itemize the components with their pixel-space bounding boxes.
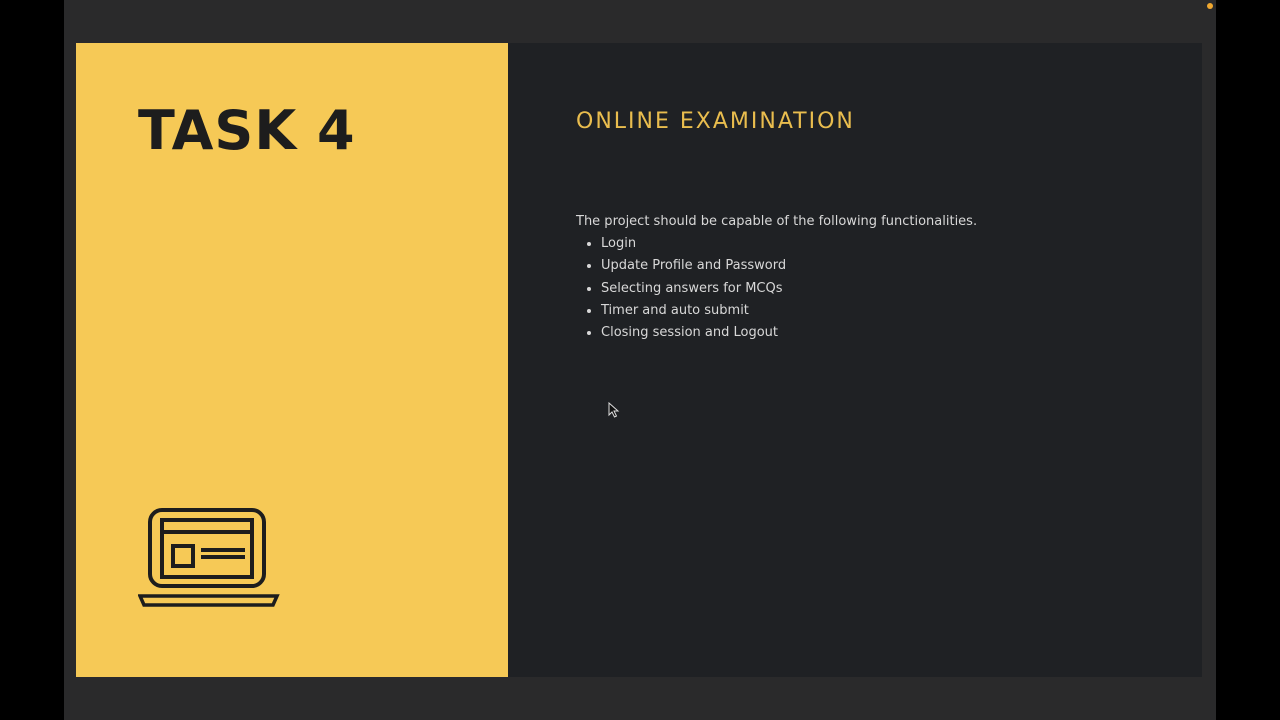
- list-item: Login: [601, 233, 786, 255]
- slide-heading: ONLINE EXAMINATION: [576, 109, 855, 134]
- laptop-icon: [137, 506, 280, 612]
- list-item: Selecting answers for MCQs: [601, 278, 786, 300]
- slide-intro: The project should be capable of the fol…: [576, 214, 978, 229]
- recording-indicator: [1207, 3, 1213, 9]
- slide: TASK 4 ONLINE EXAMINATION The project sh…: [76, 43, 1202, 677]
- list-item: Timer and auto submit: [601, 300, 786, 322]
- list-item: Closing session and Logout: [601, 322, 786, 344]
- list-item: Update Profile and Password: [601, 255, 786, 277]
- slide-title: TASK 4: [138, 99, 356, 162]
- functionality-list: Login Update Profile and Password Select…: [576, 233, 786, 344]
- slide-right-panel: ONLINE EXAMINATION The project should be…: [508, 43, 1202, 677]
- mouse-cursor-icon: [608, 401, 620, 422]
- slide-left-panel: TASK 4: [76, 43, 508, 677]
